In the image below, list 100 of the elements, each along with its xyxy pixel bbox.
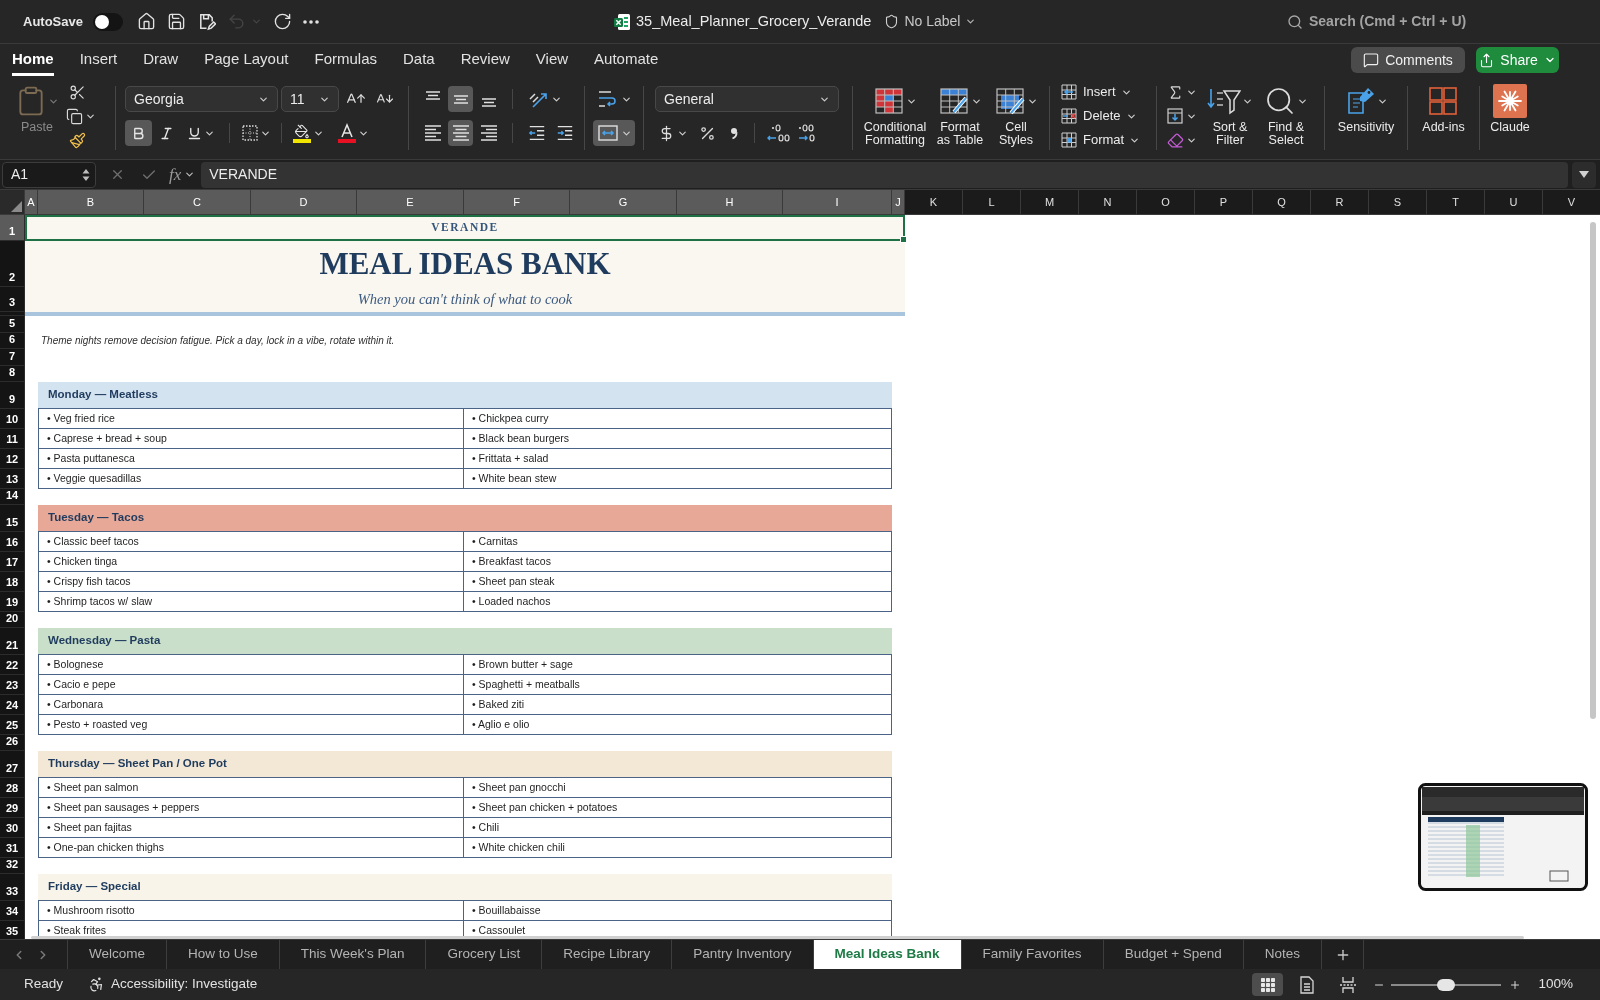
column-header[interactable]: M bbox=[1021, 190, 1079, 214]
row-header[interactable]: 33 bbox=[0, 874, 25, 901]
row-header[interactable]: 13 bbox=[0, 468, 25, 489]
column-header[interactable]: U bbox=[1485, 190, 1543, 214]
row-header[interactable]: 21 bbox=[0, 628, 25, 655]
align-middle-button[interactable] bbox=[448, 86, 473, 112]
row-header[interactable]: 30 bbox=[0, 817, 25, 838]
column-header[interactable]: V bbox=[1543, 190, 1600, 214]
column-header[interactable]: R bbox=[1311, 190, 1369, 214]
formula-input[interactable]: VERANDE bbox=[201, 161, 1568, 188]
sheet-tab[interactable]: Welcome bbox=[68, 940, 168, 969]
row-header[interactable]: 18 bbox=[0, 571, 25, 592]
delete-cells-button[interactable]: Delete bbox=[1060, 106, 1156, 126]
select-all-icon[interactable] bbox=[11, 201, 22, 212]
column-header[interactable]: N bbox=[1079, 190, 1137, 214]
sheet-tab[interactable]: Notes bbox=[1243, 940, 1323, 969]
claude-button[interactable]: Claude bbox=[1490, 84, 1530, 134]
sheet-tab[interactable]: Pantry Inventory bbox=[672, 940, 814, 969]
row-header[interactable]: 29 bbox=[0, 797, 25, 818]
row-header[interactable]: 22 bbox=[0, 654, 25, 675]
ribbon-tab[interactable]: Data bbox=[403, 44, 435, 76]
row-header[interactable]: 15 bbox=[0, 505, 25, 532]
vertical-scrollbar[interactable] bbox=[1590, 222, 1596, 719]
row-header[interactable]: 3 bbox=[0, 287, 25, 312]
align-center-button[interactable] bbox=[448, 120, 473, 146]
sort-filter-button[interactable]: Sort & Filter bbox=[1203, 84, 1257, 147]
row-header[interactable]: 11 bbox=[0, 428, 25, 449]
row-header[interactable]: 23 bbox=[0, 674, 25, 695]
column-header[interactable]: I bbox=[783, 190, 892, 214]
row-header[interactable]: 34 bbox=[0, 900, 25, 921]
sheet-tab[interactable]: This Week's Plan bbox=[279, 940, 427, 969]
row-header[interactable]: 10 bbox=[0, 408, 25, 429]
normal-view-button[interactable] bbox=[1252, 973, 1284, 996]
ribbon-tab[interactable]: View bbox=[535, 44, 569, 76]
bold-button[interactable] bbox=[125, 120, 152, 146]
expand-formula-button[interactable] bbox=[1572, 161, 1596, 188]
column-header[interactable]: E bbox=[357, 190, 464, 214]
row-header[interactable]: 12 bbox=[0, 448, 25, 469]
format-cells-button[interactable]: Format bbox=[1060, 130, 1156, 150]
ribbon-tab[interactable]: Home bbox=[12, 44, 54, 76]
sensitivity-label-button[interactable]: No Label bbox=[884, 11, 977, 32]
row-header[interactable]: 9 bbox=[0, 382, 25, 409]
column-header[interactable]: H bbox=[677, 190, 783, 214]
row-header[interactable]: 19 bbox=[0, 591, 25, 612]
row-header[interactable]: 27 bbox=[0, 751, 25, 778]
column-header[interactable]: G bbox=[570, 190, 677, 214]
search-field[interactable]: Search (Cmd + Ctrl + U) bbox=[1287, 7, 1507, 36]
screenshot-thumbnail[interactable] bbox=[1418, 783, 1588, 891]
add-ins-button[interactable]: Add-ins bbox=[1422, 84, 1465, 134]
horizontal-scrollbar[interactable] bbox=[31, 936, 1524, 939]
font-size-dropdown[interactable]: 11 bbox=[281, 86, 339, 112]
autosave-toggle[interactable] bbox=[92, 12, 123, 31]
row-header[interactable]: 25 bbox=[0, 714, 25, 735]
sheet-tab[interactable]: Budget + Spend bbox=[1103, 940, 1244, 969]
font-name-dropdown[interactable]: Georgia bbox=[125, 86, 278, 112]
ribbon-tab[interactable]: Page Layout bbox=[204, 44, 289, 76]
column-header[interactable]: C bbox=[144, 190, 251, 214]
share-button[interactable]: Share bbox=[1476, 47, 1559, 73]
conditional-formatting-button[interactable]: Conditional Formatting bbox=[861, 84, 929, 147]
column-header[interactable]: D bbox=[251, 190, 357, 214]
sheet-tab[interactable]: How to Use bbox=[167, 940, 280, 969]
slider-thumb[interactable] bbox=[1437, 978, 1456, 991]
sheet-tab[interactable]: Family Favorites bbox=[961, 940, 1104, 969]
format-as-table-button[interactable]: Format as Table bbox=[932, 84, 988, 147]
row-header[interactable]: 7 bbox=[0, 349, 25, 366]
column-header[interactable]: J bbox=[892, 190, 905, 214]
find-select-button[interactable]: Find & Select bbox=[1259, 84, 1313, 147]
column-header[interactable]: B bbox=[38, 190, 144, 214]
insert-function-button[interactable]: fx bbox=[169, 165, 196, 184]
column-header[interactable]: F bbox=[464, 190, 570, 214]
column-header[interactable]: P bbox=[1195, 190, 1253, 214]
accessibility-button[interactable]: Accessibility: Investigate bbox=[88, 974, 258, 995]
insert-cells-button[interactable]: Insert bbox=[1060, 82, 1156, 102]
sheet-tab[interactable]: Meal Ideas Bank bbox=[813, 940, 962, 969]
column-header[interactable]: L bbox=[963, 190, 1021, 214]
number-format-dropdown[interactable]: General bbox=[655, 86, 839, 112]
copy-button[interactable] bbox=[66, 106, 96, 127]
column-header[interactable]: A bbox=[25, 190, 38, 214]
row-header[interactable]: 24 bbox=[0, 694, 25, 715]
ribbon-tab[interactable]: Review bbox=[460, 44, 510, 76]
cell-styles-button[interactable]: Cell Styles bbox=[991, 84, 1041, 147]
row-header[interactable]: 2 bbox=[0, 241, 25, 287]
column-header[interactable]: Q bbox=[1253, 190, 1311, 214]
name-box[interactable]: A1 bbox=[2, 161, 96, 188]
row-header[interactable]: 5 bbox=[0, 316, 25, 333]
row-header[interactable]: 28 bbox=[0, 777, 25, 798]
row-header[interactable]: 1 bbox=[0, 215, 25, 241]
fill-handle[interactable] bbox=[900, 236, 907, 243]
ribbon-tab[interactable]: Automate bbox=[594, 44, 659, 76]
column-header[interactable]: K bbox=[905, 190, 963, 214]
zoom-in-button[interactable] bbox=[1509, 978, 1522, 991]
fill-button[interactable] bbox=[1166, 106, 1197, 126]
comments-button[interactable]: Comments bbox=[1351, 47, 1465, 73]
sheet-tab[interactable]: Grocery List bbox=[426, 940, 543, 969]
column-header[interactable]: S bbox=[1369, 190, 1427, 214]
sheet-tab[interactable]: Recipe Library bbox=[542, 940, 673, 969]
row-header[interactable]: 17 bbox=[0, 551, 25, 572]
ribbon-tab[interactable]: Draw bbox=[143, 44, 179, 76]
row-header[interactable]: 31 bbox=[0, 837, 25, 858]
column-header[interactable]: O bbox=[1137, 190, 1195, 214]
